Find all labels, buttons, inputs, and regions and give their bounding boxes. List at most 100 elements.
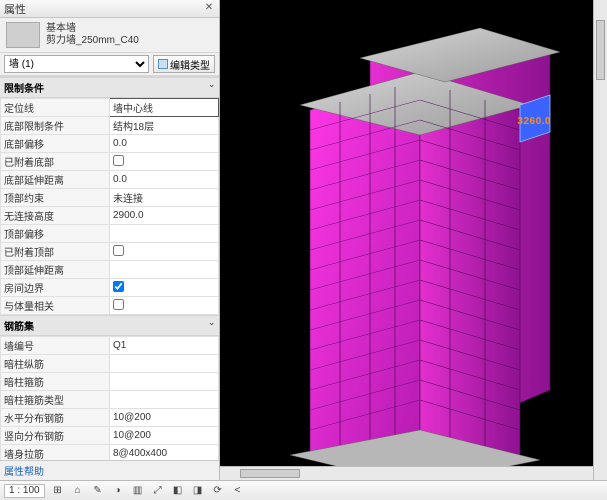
property-value[interactable] [110, 355, 219, 373]
property-value[interactable]: 0.0 [110, 171, 219, 189]
property-value[interactable]: 8@400x400 [110, 445, 219, 461]
property-row: 顶部延伸距离 [1, 261, 219, 279]
property-name: 竖向分布钢筋 [1, 427, 110, 445]
property-value[interactable] [110, 297, 219, 315]
property-name: 底部延伸距离 [1, 171, 110, 189]
property-row: 顶部约束未连接 [1, 189, 219, 207]
property-name: 定位线 [1, 99, 110, 117]
property-name: 房间边界 [1, 279, 110, 297]
property-row: 已附着底部 [1, 153, 219, 171]
close-icon[interactable]: ✕ [203, 3, 215, 15]
property-row: 无连接高度2900.0 [1, 207, 219, 225]
scrollbar-thumb[interactable] [240, 469, 300, 478]
property-value[interactable]: 0.0 [110, 135, 219, 153]
property-checkbox[interactable] [113, 155, 124, 166]
sun-path-icon[interactable]: ✎ [91, 484, 105, 498]
property-row: 水平分布钢筋10@200 [1, 409, 219, 427]
element-selector[interactable]: 墙 (1) [4, 55, 149, 73]
property-name: 暗柱箍筋 [1, 373, 110, 391]
expand-icon: ⌄ [208, 80, 215, 95]
property-name: 底部限制条件 [1, 117, 110, 135]
group-title: 限制条件 [4, 80, 44, 95]
property-row: 底部延伸距离0.0 [1, 171, 219, 189]
viewport-scrollbar-horizontal[interactable] [220, 466, 593, 480]
property-row: 墙编号Q1 [1, 337, 219, 355]
crop-view-icon[interactable]: ⤢ [151, 484, 165, 498]
property-row: 已附着顶部 [1, 243, 219, 261]
type-name: 剪力墙_250mm_C40 [46, 35, 139, 47]
edit-type-icon [158, 59, 168, 69]
property-value[interactable]: 未连接 [110, 189, 219, 207]
property-row: 暗柱箍筋 [1, 373, 219, 391]
group-header[interactable]: 限制条件 ⌄ [0, 77, 219, 98]
property-value[interactable]: 2900.0 [110, 207, 219, 225]
property-name: 顶部延伸距离 [1, 261, 110, 279]
shadows-icon[interactable]: ◑ [111, 484, 125, 498]
expand-icon: ⌄ [208, 318, 215, 333]
edit-type-label: 编辑类型 [170, 57, 210, 72]
property-value[interactable]: 墙中心线 [110, 99, 219, 117]
scrollbar-thumb[interactable] [596, 20, 605, 80]
property-checkbox[interactable] [113, 245, 124, 256]
view-control-bar: 1 : 100 ⊞ ⌂ ✎ ◑ ▥ ⤢ ◧ ◨ ⟳ < [0, 480, 607, 500]
property-table: 定位线墙中心线底部限制条件结构18层底部偏移0.0已附着底部底部延伸距离0.0顶… [0, 98, 219, 315]
property-value[interactable]: 10@200 [110, 427, 219, 445]
visual-style-icon[interactable]: ⌂ [71, 484, 85, 498]
property-name: 无连接高度 [1, 207, 110, 225]
detail-level-icon[interactable]: ⊞ [51, 484, 65, 498]
property-name: 顶部约束 [1, 189, 110, 207]
property-name: 水平分布钢筋 [1, 409, 110, 427]
property-value[interactable]: 10@200 [110, 409, 219, 427]
rendering-icon[interactable]: ▥ [131, 484, 145, 498]
type-thumbnail [6, 22, 40, 48]
property-name: 暗柱纵筋 [1, 355, 110, 373]
scale-value[interactable]: 1 : 100 [4, 484, 45, 498]
property-value[interactable] [110, 243, 219, 261]
property-name: 与体量相关 [1, 297, 110, 315]
property-name: 已附着底部 [1, 153, 110, 171]
3d-viewport[interactable]: 3260.0 [220, 0, 607, 480]
properties-scroll[interactable]: 限制条件 ⌄ 定位线墙中心线底部限制条件结构18层底部偏移0.0已附着底部底部延伸距… [0, 76, 219, 460]
property-value[interactable] [110, 261, 219, 279]
analytical-icon[interactable]: ⟳ [211, 484, 225, 498]
property-value[interactable] [110, 391, 219, 409]
chevron-left-icon[interactable]: < [231, 484, 245, 498]
property-name: 底部偏移 [1, 135, 110, 153]
hide-isolate-icon[interactable]: ◧ [171, 484, 185, 498]
model-render [220, 0, 607, 480]
edit-type-button[interactable]: 编辑类型 [153, 55, 215, 73]
type-text: 基本墙 剪力墙_250mm_C40 [46, 23, 139, 47]
property-row: 顶部偏移 [1, 225, 219, 243]
property-value[interactable]: Q1 [110, 337, 219, 355]
selector-row: 墙 (1) 编辑类型 [0, 53, 219, 76]
dimension-label: 3260.0 [517, 116, 551, 127]
properties-panel: 属性 ✕ 基本墙 剪力墙_250mm_C40 墙 (1) 编辑类型 限制条件 ⌄ 定… [0, 0, 220, 480]
panel-title: 属性 [4, 1, 199, 17]
reveal-hidden-icon[interactable]: ◨ [191, 484, 205, 498]
property-row: 与体量相关 [1, 297, 219, 315]
property-row: 竖向分布钢筋10@200 [1, 427, 219, 445]
group-header[interactable]: 钢筋集 ⌄ [0, 315, 219, 336]
property-row: 定位线墙中心线 [1, 99, 219, 117]
property-value[interactable]: 结构18层 [110, 117, 219, 135]
property-value[interactable] [110, 279, 219, 297]
viewport-scrollbar-vertical[interactable] [593, 0, 607, 480]
property-row: 暗柱纵筋 [1, 355, 219, 373]
property-value[interactable] [110, 373, 219, 391]
property-checkbox[interactable] [113, 281, 124, 292]
type-family: 基本墙 [46, 23, 139, 35]
panel-header: 属性 ✕ [0, 0, 219, 18]
property-value[interactable] [110, 153, 219, 171]
properties-help-link[interactable]: 属性帮助 [0, 460, 219, 480]
property-row: 底部偏移0.0 [1, 135, 219, 153]
group-title: 钢筋集 [4, 318, 34, 333]
property-row: 暗柱箍筋类型 [1, 391, 219, 409]
type-preview[interactable]: 基本墙 剪力墙_250mm_C40 [0, 18, 219, 53]
property-row: 房间边界 [1, 279, 219, 297]
property-name: 顶部偏移 [1, 225, 110, 243]
property-name: 墙身拉筋 [1, 445, 110, 461]
property-value[interactable] [110, 225, 219, 243]
property-name: 墙编号 [1, 337, 110, 355]
property-row: 底部限制条件结构18层 [1, 117, 219, 135]
property-checkbox[interactable] [113, 299, 124, 310]
